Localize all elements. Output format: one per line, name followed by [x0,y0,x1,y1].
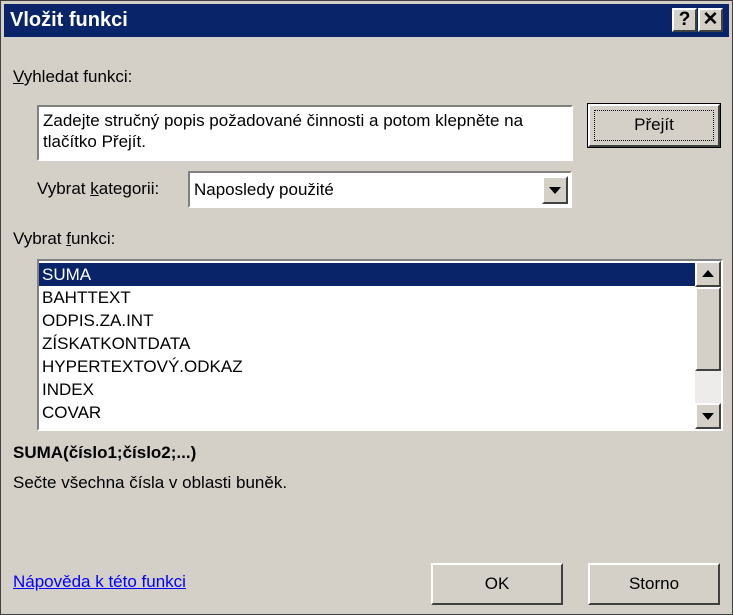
function-list[interactable]: SUMA BAHTTEXT ODPIS.ZA.INT ZÍSKATKONTDAT… [37,259,723,431]
list-item[interactable]: INDEX [39,378,695,401]
category-label: Vybrat kategorii: [37,179,160,198]
search-label: Vyhledat funkci: [13,67,133,86]
scroll-thumb[interactable] [695,287,721,371]
list-item[interactable]: SUMA [39,263,695,286]
title-bar[interactable]: Vložit funkci ? ✕ [4,4,729,37]
dialog-title: Vložit funkci [10,9,128,31]
chevron-down-icon [549,187,561,194]
ok-button[interactable]: OK [431,563,563,605]
list-item[interactable]: BAHTTEXT [39,286,695,309]
scroll-up-button[interactable] [695,261,721,287]
scroll-down-button[interactable] [695,403,721,429]
search-input-text: Zadejte stručný popis požadované činnost… [43,111,524,151]
close-button[interactable]: ✕ [698,8,723,32]
function-list-label: Vybrat funkci: [13,229,116,248]
insert-function-dialog: Vložit funkci ? ✕ Vyhledat funkci: Zadej… [0,0,733,615]
category-selected-value: Naposledy použité [194,180,334,199]
cancel-button[interactable]: Storno [588,563,720,605]
help-link[interactable]: Nápověda k této funkci [13,572,186,592]
list-item[interactable]: ODPIS.ZA.INT [39,309,695,332]
list-item[interactable]: HYPERTEXTOVÝ.ODKAZ [39,355,695,378]
list-scrollbar[interactable] [695,261,721,429]
function-signature: SUMA(číslo1;číslo2;...) [13,443,197,462]
function-description: Sečte všechna čísla v oblasti buněk. [13,473,288,492]
list-item[interactable]: ZÍSKATKONTDATA [39,332,695,355]
category-select[interactable]: Naposledy použité [188,171,572,208]
go-button[interactable]: Přejít [587,103,721,148]
category-dropdown-button[interactable] [542,176,568,204]
help-button[interactable]: ? [672,8,697,32]
arrow-down-icon [702,413,714,420]
search-input[interactable]: Zadejte stručný popis požadované činnost… [37,105,573,161]
arrow-up-icon [702,270,714,277]
list-item[interactable]: COVAR [39,401,695,424]
go-button-label: Přejít [594,110,714,141]
